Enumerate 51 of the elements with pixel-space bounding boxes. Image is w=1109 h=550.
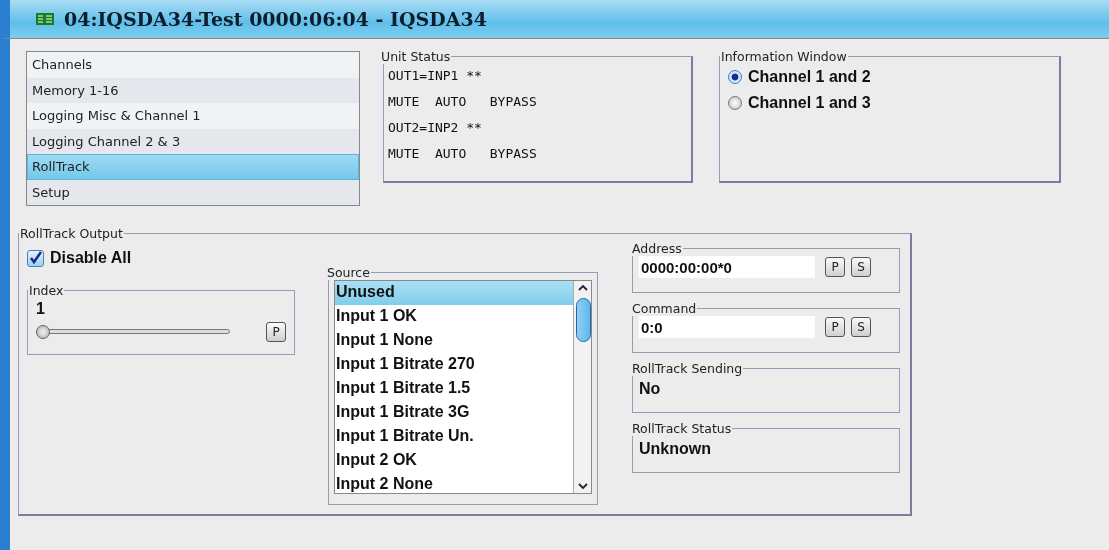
status-line: MUTE AUTO BYPASS: [388, 93, 538, 111]
group-title: Source: [327, 265, 370, 280]
group-title: Index: [29, 283, 64, 298]
scroll-up-icon[interactable]: [576, 284, 589, 292]
nav-item[interactable]: Memory 1-16: [27, 77, 359, 103]
radio-label: Channel 1 and 3: [748, 94, 871, 112]
small-button[interactable]: S: [851, 257, 871, 277]
nav-item[interactable]: Logging Channel 2 & 3: [27, 128, 359, 154]
scroll-down-icon[interactable]: [576, 482, 589, 490]
slider[interactable]: [36, 325, 230, 339]
readout-value: Unknown: [639, 440, 712, 458]
list-item[interactable]: Input 1 Bitrate 270: [335, 353, 573, 377]
group-title: RollTrack Output: [20, 226, 123, 241]
nav-item[interactable]: Channels: [27, 52, 359, 78]
readout-value: No: [639, 380, 662, 398]
input-field[interactable]: 0:0: [639, 316, 815, 338]
checkbox-label: Disable All: [50, 249, 132, 267]
radio-label: Channel 1 and 2: [748, 68, 871, 86]
scroll-thumb[interactable]: [575, 298, 591, 342]
status-line: MUTE AUTO BYPASS: [388, 145, 538, 163]
group-title: RollTrack Status: [632, 421, 732, 436]
index-value: 1: [36, 300, 46, 318]
nav-item[interactable]: Setup: [27, 179, 359, 205]
checkbox[interactable]: [27, 249, 44, 267]
list-item[interactable]: Input 1 OK: [335, 305, 573, 329]
group-title: Command: [632, 301, 697, 316]
nav-item[interactable]: RollTrack: [27, 154, 359, 180]
list-item[interactable]: Input 1 None: [335, 329, 573, 353]
radio-button[interactable]: [728, 96, 742, 110]
app-icon: [36, 13, 54, 25]
window-title: 04:IQSDA34-Test 0000:06:04 - IQSDA34: [64, 8, 487, 30]
group-title: Information Window: [721, 49, 847, 64]
small-button[interactable]: S: [851, 317, 871, 337]
list-item[interactable]: Input 2 None: [335, 473, 573, 493]
status-line: OUT1=INP1 **: [388, 67, 483, 85]
list-item[interactable]: Unused: [335, 281, 573, 305]
list-item[interactable]: Input 1 Bitrate 3G: [335, 401, 573, 425]
small-button[interactable]: P: [825, 257, 845, 277]
small-button[interactable]: P: [825, 317, 845, 337]
scrollbar[interactable]: [573, 281, 591, 493]
list-item[interactable]: Input 1 Bitrate Un.: [335, 425, 573, 449]
input-field[interactable]: 0000:00:00*0: [639, 256, 815, 278]
nav-item[interactable]: Logging Misc & Channel 1: [27, 103, 359, 129]
group-title: RollTrack Sending: [632, 361, 743, 376]
radio-button[interactable]: [728, 70, 742, 84]
list-item[interactable]: Input 1 Bitrate 1.5: [335, 377, 573, 401]
group-title: Address: [632, 241, 682, 256]
status-line: OUT2=INP2 **: [388, 119, 483, 137]
group-title: Unit Status: [381, 49, 451, 64]
p-button[interactable]: P: [266, 322, 286, 342]
list-item[interactable]: Input 2 OK: [335, 449, 573, 473]
